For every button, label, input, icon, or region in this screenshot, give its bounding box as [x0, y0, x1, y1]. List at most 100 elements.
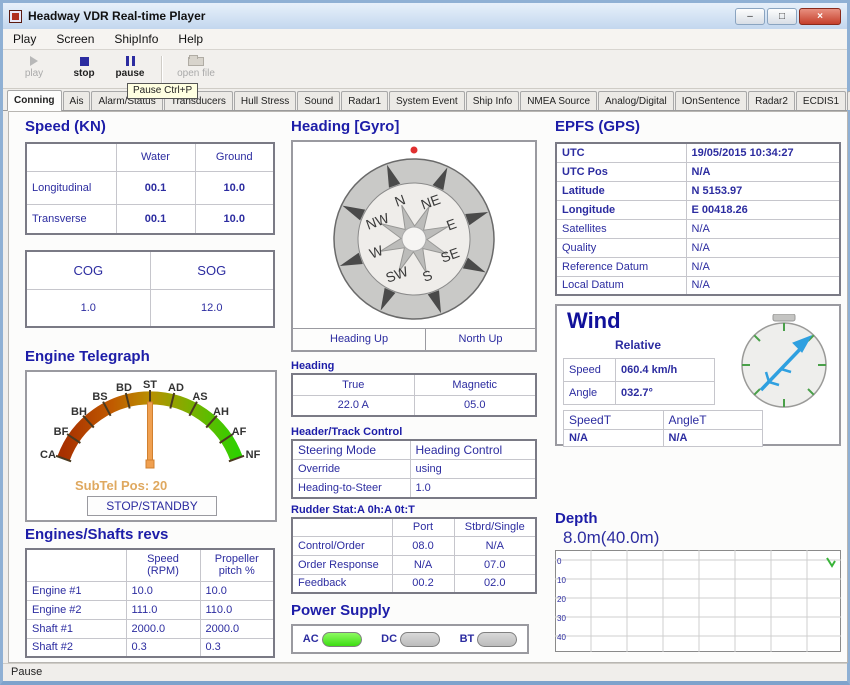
- tab-ais[interactable]: Ais: [63, 91, 91, 110]
- epfs-localdatum-value: N/A: [686, 276, 840, 295]
- tab-ionsentence[interactable]: IOnSentence: [675, 91, 747, 110]
- tab-ecdis1[interactable]: ECDIS1: [796, 91, 846, 110]
- engines-row-label: Shaft #1: [26, 619, 126, 638]
- tab-system-event[interactable]: System Event: [389, 91, 465, 110]
- speed-row-label: Transverse: [26, 204, 116, 234]
- speed-trans-ground: 10.0: [195, 204, 274, 234]
- empty-cell: [26, 549, 126, 581]
- play-button[interactable]: play: [11, 54, 57, 86]
- menu-play[interactable]: Play: [3, 30, 46, 48]
- svg-text:AD: AD: [168, 382, 184, 394]
- control-order-stbrd: N/A: [454, 536, 536, 555]
- play-icon: [30, 56, 38, 66]
- heading-col-true: True: [292, 374, 414, 395]
- menu-bar: Play Screen ShipInfo Help: [3, 29, 847, 50]
- tab-hull-stress[interactable]: Hull Stress: [234, 91, 296, 110]
- svg-text:BH: BH: [71, 406, 87, 418]
- window-title: Headway VDR Real-time Player: [28, 9, 205, 23]
- tab-conning[interactable]: Conning: [7, 90, 62, 111]
- wind-speed-label: Speed: [564, 359, 616, 382]
- rudder-col-port: Port: [392, 518, 454, 536]
- tab-nmea-source[interactable]: NMEA Source: [520, 91, 597, 110]
- epfs-satellites-value: N/A: [686, 219, 840, 238]
- conning-page: Speed (KN) Water Ground Longitudinal 00.…: [8, 111, 848, 663]
- engines-row-label: Shaft #2: [26, 638, 126, 657]
- epfs-longitude-value: E 00418.26: [686, 200, 840, 219]
- tab-radar1[interactable]: Radar1: [341, 91, 388, 110]
- wind-speed-value: 060.4 km/h: [616, 359, 715, 382]
- engine2-pitch: 110.0: [200, 600, 274, 619]
- telegraph-gauge: CA BF BH BS BD ST AD AS AH AF NF: [27, 372, 275, 476]
- wind-angle-label: Angle: [564, 382, 616, 405]
- app-window: Headway VDR Real-time Player – □ × Play …: [0, 0, 850, 685]
- speed-trans-water: 00.1: [116, 204, 195, 234]
- tab-analog-digital[interactable]: Analog/Digital: [598, 91, 674, 110]
- svg-text:NF: NF: [246, 449, 261, 461]
- pause-button[interactable]: pause: [107, 54, 153, 86]
- shaft1-pitch: 2000.0: [200, 619, 274, 638]
- tab-radar2[interactable]: Radar2: [748, 91, 795, 110]
- speed-row-label: Longitudinal: [26, 171, 116, 204]
- heading-up-button[interactable]: Heading Up: [293, 329, 426, 350]
- svg-text:AH: AH: [213, 406, 229, 418]
- title-bar[interactable]: Headway VDR Real-time Player – □ ×: [3, 3, 847, 29]
- svg-text:AF: AF: [232, 426, 247, 438]
- menu-help[interactable]: Help: [168, 30, 213, 48]
- tab-ship-info[interactable]: Ship Info: [466, 91, 519, 110]
- heading-table: True Magnetic 22.0 A 05.0: [291, 373, 537, 417]
- engines-col-pitch: Propeller pitch %: [200, 549, 274, 581]
- empty-cell: [26, 143, 116, 171]
- menu-screen[interactable]: Screen: [46, 30, 104, 48]
- wind-panel: Wind Relative: [555, 304, 841, 446]
- epfs-row-label: Longitude: [556, 200, 686, 219]
- heading-to-steer-value: 1.0: [410, 479, 536, 498]
- power-ac: AC: [303, 632, 362, 647]
- speed-col-water: Water: [116, 143, 195, 171]
- speed-long-ground: 10.0: [195, 171, 274, 204]
- epfs-row-label: Local Datum: [556, 276, 686, 295]
- heading-col-magnetic: Magnetic: [414, 374, 536, 395]
- pause-tooltip: Pause Ctrl+P: [127, 83, 198, 99]
- engine2-speed: 111.0: [126, 600, 200, 619]
- engine-telegraph-panel: CA BF BH BS BD ST AD AS AH AF NF SubTe: [25, 370, 277, 522]
- stop-button[interactable]: stop: [61, 54, 107, 86]
- svg-text:30: 30: [557, 614, 566, 623]
- steering-mode-value: Heading Control: [410, 440, 536, 460]
- wind-angle-value: 032.7°: [616, 382, 715, 405]
- wind-true-table: SpeedT AngleT N/A N/A: [563, 410, 763, 447]
- wind-anglet-value: N/A: [663, 430, 763, 447]
- engines-title: Engines/Shafts revs: [25, 526, 168, 543]
- svg-text:0: 0: [557, 557, 562, 566]
- epfs-table: UTC 19/05/2015 10:34:27 UTC Pos N/A Lati…: [555, 142, 841, 296]
- epfs-utc-value: 19/05/2015 10:34:27: [686, 143, 840, 162]
- epfs-quality-value: N/A: [686, 238, 840, 257]
- close-button[interactable]: ×: [799, 8, 841, 25]
- empty-cell: [292, 518, 392, 536]
- north-up-button[interactable]: North Up: [426, 329, 535, 350]
- tab-sound[interactable]: Sound: [297, 91, 340, 110]
- stop-standby-button[interactable]: STOP/STANDBY: [87, 496, 217, 516]
- engine1-speed: 10.0: [126, 581, 200, 600]
- epfs-utcpos-value: N/A: [686, 162, 840, 181]
- order-response-stbrd: 07.0: [454, 555, 536, 574]
- epfs-row-label: Latitude: [556, 181, 686, 200]
- svg-text:AS: AS: [192, 391, 207, 403]
- epfs-row-label: UTC: [556, 143, 686, 162]
- toolbar-separator: [161, 56, 163, 84]
- epfs-title: EPFS (GPS): [555, 118, 640, 135]
- sog-label: SOG: [150, 251, 274, 289]
- open-file-button[interactable]: open file: [167, 54, 225, 86]
- svg-text:ST: ST: [143, 379, 157, 391]
- menu-shipinfo[interactable]: ShipInfo: [104, 30, 168, 48]
- wind-anglet-label: AngleT: [663, 411, 763, 430]
- maximize-button[interactable]: □: [767, 8, 797, 25]
- svg-text:BD: BD: [116, 382, 132, 394]
- subtel-pos-text: SubTel Pos: 20: [75, 478, 167, 493]
- power-supply-panel: AC DC BT: [291, 624, 529, 654]
- track-control-table: Steering Mode Heading Control Override u…: [291, 439, 537, 499]
- order-response-port: N/A: [392, 555, 454, 574]
- heading-gyro-panel: N NE E SE S SW W NW Heading Up North Up: [291, 140, 537, 352]
- stop-icon: [80, 57, 89, 66]
- minimize-button[interactable]: –: [735, 8, 765, 25]
- wind-speedt-label: SpeedT: [564, 411, 664, 430]
